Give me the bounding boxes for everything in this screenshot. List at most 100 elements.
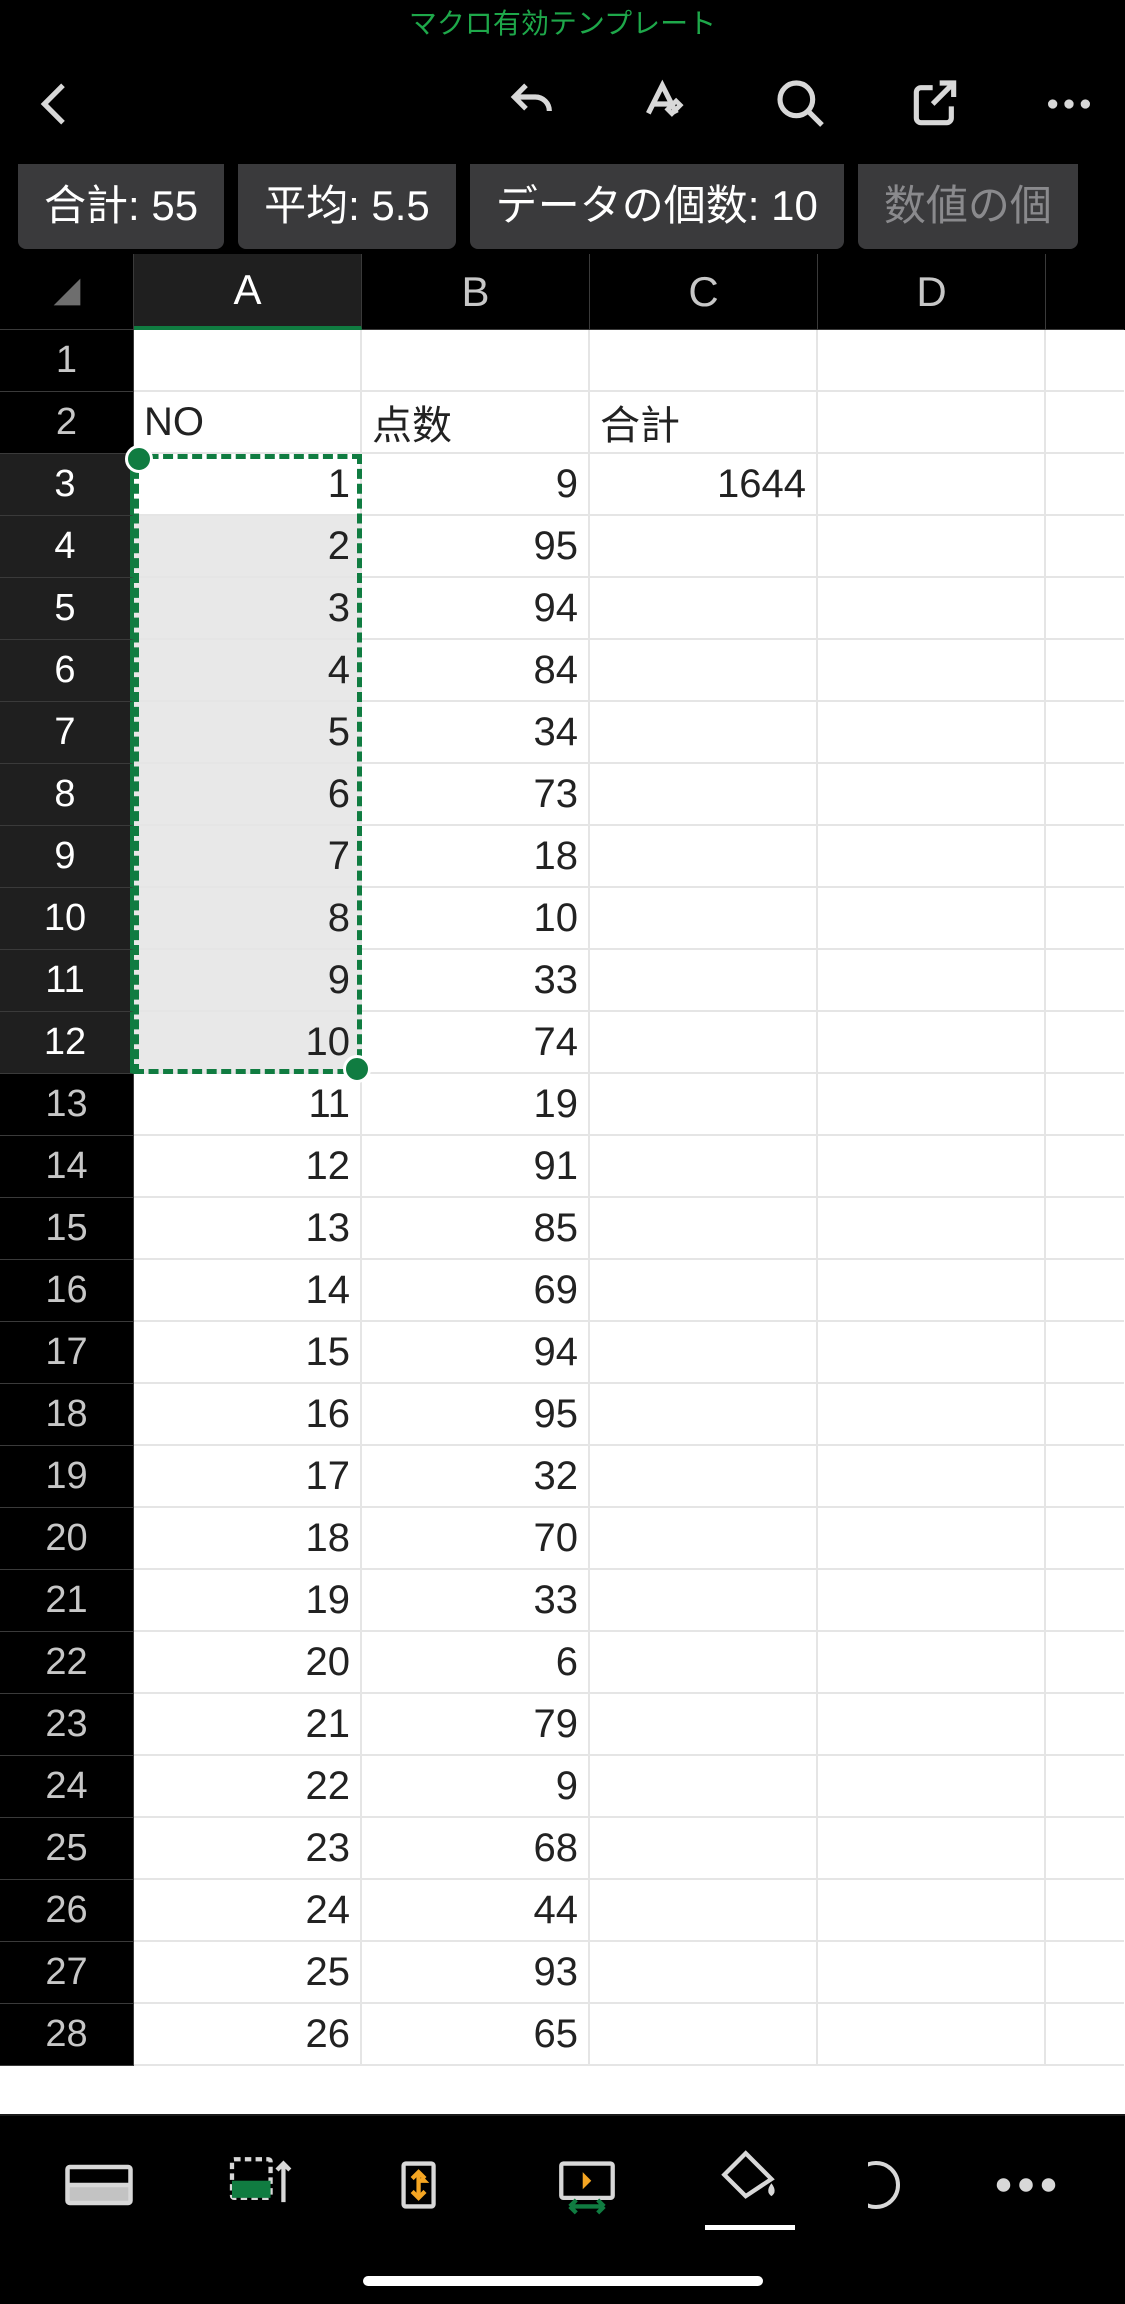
auto-fit-row-button[interactable] [380,2140,470,2230]
row-header[interactable]: 22 [0,1632,134,1694]
cell[interactable] [1046,392,1124,454]
search-button[interactable] [769,72,833,136]
row-header[interactable]: 23 [0,1694,134,1756]
cell[interactable] [590,640,818,702]
cell[interactable]: 84 [362,640,590,702]
stat-count[interactable]: データの個数: 10 [470,164,844,249]
cell[interactable] [818,1570,1046,1632]
cell[interactable] [1046,826,1124,888]
cell[interactable] [590,1384,818,1446]
cell[interactable] [818,1322,1046,1384]
cell[interactable] [590,1756,818,1818]
cell[interactable]: 点数 [362,392,590,454]
cell[interactable] [818,516,1046,578]
cell[interactable] [818,826,1046,888]
cell[interactable] [1046,1198,1124,1260]
cell[interactable]: 44 [362,1880,590,1942]
cell[interactable]: 1 [134,454,362,516]
cell[interactable]: 23 [134,1818,362,1880]
cell[interactable] [1046,1632,1124,1694]
row-header[interactable]: 2 [0,392,134,454]
cell[interactable]: 9 [362,1756,590,1818]
cell[interactable]: 9 [362,454,590,516]
cell[interactable]: 4 [134,640,362,702]
col-header-a[interactable]: A [134,254,362,330]
cell[interactable] [1046,640,1124,702]
cell[interactable]: 25 [134,1942,362,2004]
partial-circle-button[interactable] [868,2140,908,2230]
cell[interactable] [818,330,1046,392]
row-header[interactable]: 3 [0,454,134,516]
grid[interactable]: 12NO点数合計31916444295539464847534867397181… [0,330,1125,2066]
cell[interactable] [1046,1570,1124,1632]
cell[interactable]: 79 [362,1694,590,1756]
cell[interactable] [590,1694,818,1756]
cell[interactable] [590,1074,818,1136]
cell[interactable] [590,1322,818,1384]
cell[interactable]: 70 [362,1508,590,1570]
cell[interactable] [1046,1012,1124,1074]
cell[interactable] [818,1446,1046,1508]
cell[interactable]: 22 [134,1756,362,1818]
row-header[interactable]: 24 [0,1756,134,1818]
cell[interactable] [818,1074,1046,1136]
cell[interactable] [818,702,1046,764]
cell[interactable]: 18 [134,1508,362,1570]
row-header[interactable]: 10 [0,888,134,950]
cell[interactable] [1046,578,1124,640]
cell[interactable]: 19 [362,1074,590,1136]
cell[interactable] [1046,516,1124,578]
cell[interactable]: 91 [362,1136,590,1198]
col-header-e[interactable] [1046,254,1124,330]
cell[interactable]: 7 [134,826,362,888]
col-header-b[interactable]: B [362,254,590,330]
cell[interactable] [590,1942,818,2004]
cell[interactable] [1046,1384,1124,1446]
row-header[interactable]: 11 [0,950,134,1012]
cell[interactable]: 33 [362,1570,590,1632]
more-button[interactable] [1037,72,1101,136]
cell[interactable]: 85 [362,1198,590,1260]
cell[interactable] [590,1012,818,1074]
sort-button[interactable] [217,2140,307,2230]
row-header[interactable]: 8 [0,764,134,826]
row-header[interactable]: 6 [0,640,134,702]
cell[interactable]: 6 [362,1632,590,1694]
cell[interactable]: 10 [134,1012,362,1074]
cell[interactable] [590,888,818,950]
cell[interactable]: 74 [362,1012,590,1074]
stat-sum[interactable]: 合計: 55 [18,164,224,249]
cell[interactable] [818,1508,1046,1570]
home-indicator[interactable] [363,2276,763,2286]
row-header[interactable]: 14 [0,1136,134,1198]
row-header[interactable]: 12 [0,1012,134,1074]
cell[interactable]: 2 [134,516,362,578]
more-tools-button[interactable] [981,2140,1071,2230]
row-header[interactable]: 21 [0,1570,134,1632]
row-header[interactable]: 19 [0,1446,134,1508]
edit-text-button[interactable] [635,72,699,136]
cell[interactable] [590,330,818,392]
cell[interactable]: 68 [362,1818,590,1880]
cell[interactable] [1046,1446,1124,1508]
cell[interactable] [818,1136,1046,1198]
cell[interactable] [1046,1880,1124,1942]
cell[interactable] [818,578,1046,640]
cell[interactable]: 69 [362,1260,590,1322]
cell[interactable] [1046,330,1124,392]
cell[interactable] [590,1570,818,1632]
cell[interactable] [1046,1942,1124,2004]
cell[interactable] [818,454,1046,516]
cell[interactable] [590,1446,818,1508]
cell[interactable]: 21 [134,1694,362,1756]
cell[interactable]: 11 [134,1074,362,1136]
cell[interactable] [1046,454,1124,516]
cell[interactable]: 6 [134,764,362,826]
cell[interactable]: 19 [134,1570,362,1632]
row-header[interactable]: 1 [0,330,134,392]
cell[interactable]: 73 [362,764,590,826]
cell[interactable]: 5 [134,702,362,764]
cell[interactable]: 65 [362,2004,590,2066]
spreadsheet[interactable]: A B C D 12NO点数合計319164442955394648475348… [0,254,1125,2114]
cell[interactable] [590,1880,818,1942]
